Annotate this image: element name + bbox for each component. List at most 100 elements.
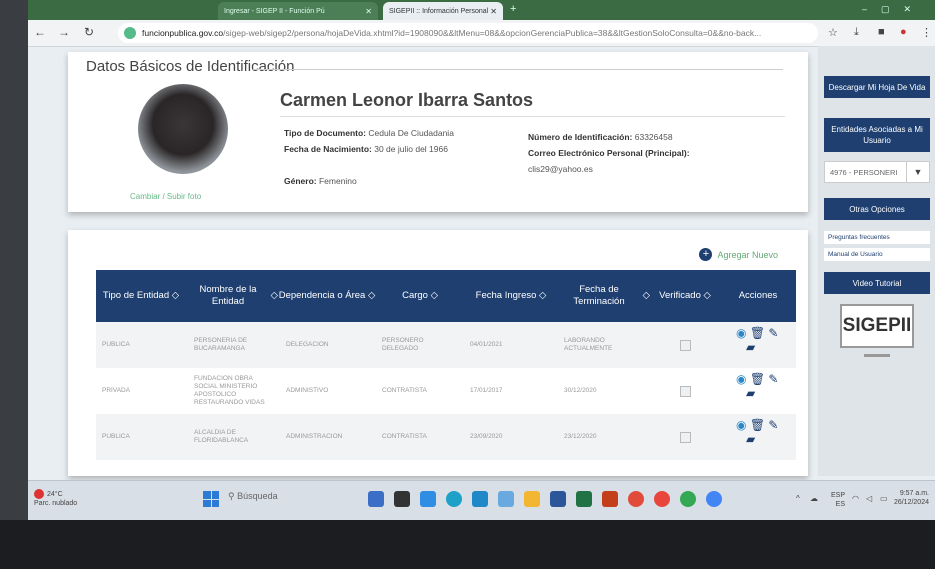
doc-type-field: Tipo de Documento: Cedula De Ciudadania [284, 128, 454, 138]
new-tab-icon[interactable]: + [510, 3, 516, 15]
folder-icon[interactable]: ▰ [746, 386, 786, 400]
cell-tipo: PUBLICA [102, 341, 130, 348]
close-icon[interactable]: ✕ [490, 7, 497, 16]
row-actions: ◉ 🗑 ✎ ▰ [736, 326, 786, 354]
gender-value: Femenino [318, 176, 357, 186]
add-new-button[interactable]: + Agregar Nuevo [699, 248, 778, 261]
user-manual-link[interactable]: Manual de Usuario [824, 248, 930, 261]
doc-type-value: Cedula De Ciudadania [368, 128, 454, 138]
profile-icon[interactable]: ● [900, 26, 907, 38]
add-new-label: Agregar Nuevo [717, 249, 778, 260]
lang-region: ES [835, 501, 845, 508]
trash-icon[interactable]: 🗑 [750, 418, 765, 432]
view-icon[interactable]: ◉ [736, 372, 746, 386]
cell-tipo: PRIVADA [102, 387, 131, 394]
taskbar-search[interactable]: ⚲ Búsqueda [228, 491, 278, 502]
trash-icon[interactable]: 🗑 [750, 372, 765, 386]
cell-ingreso: 23/09/2020 [470, 433, 503, 440]
folder-icon[interactable]: ▰ [746, 432, 786, 446]
main-content: Datos Básicos de Identificación Cambiar … [68, 46, 808, 476]
folder-icon[interactable]: ▰ [746, 340, 786, 354]
cell-dependencia: ADMINISTIVO [286, 387, 329, 394]
app-icon[interactable] [420, 491, 436, 507]
video-tutorial-header: Video Tutorial [824, 272, 930, 294]
email-value: clis29@yahoo.es [528, 164, 593, 174]
windows-start-icon[interactable] [203, 491, 219, 507]
edit-icon[interactable]: ✎ [768, 418, 778, 432]
col-dependencia[interactable]: Dependencia o Área ◇ [278, 270, 376, 322]
word-icon[interactable] [550, 491, 566, 507]
verified-checkbox [680, 385, 691, 397]
clock[interactable]: 9:57 a.m. 26/12/2024 [894, 489, 929, 507]
verified-checkbox [680, 339, 691, 351]
avatar[interactable] [138, 84, 228, 174]
cell-verificado [680, 368, 700, 414]
tab-label: SIGEPII :: Información Personal [389, 7, 489, 15]
reload-icon[interactable]: ↻ [84, 25, 94, 39]
trash-icon[interactable]: 🗑 [750, 326, 765, 340]
col-tipo-entidad[interactable]: Tipo de Entidad ◇ [96, 270, 186, 322]
url-field[interactable]: funcionpublica.gov.co /sigep-web/sigep2/… [118, 23, 818, 43]
profile-card: Datos Básicos de Identificación Cambiar … [68, 52, 808, 212]
language-indicator[interactable]: ESP ES [831, 491, 845, 509]
email-label: Correo Electrónico Personal (Principal): [528, 148, 690, 158]
url-domain: funcionpublica.gov.co [142, 28, 224, 38]
edit-icon[interactable]: ✎ [768, 326, 778, 340]
app-icon[interactable] [368, 491, 384, 507]
powerpoint-icon[interactable] [602, 491, 618, 507]
edge-icon[interactable] [446, 491, 462, 507]
table-row: PRIVADA FUNDACION OBRA SOCIAL MINISTERIO… [96, 368, 796, 414]
wifi-icon[interactable]: ◠ [852, 494, 859, 503]
battery-icon[interactable]: ▭ [880, 494, 888, 503]
full-name: Carmen Leonor Ibarra Santos [280, 90, 534, 110]
temperature: 24°C [47, 490, 63, 498]
table-row: PUBLICA PERSONERIA DE BUCARAMANGA DELEGA… [96, 322, 796, 368]
excel-icon[interactable] [576, 491, 592, 507]
chevron-down-icon[interactable]: ▼ [906, 162, 929, 182]
chrome-icon[interactable] [680, 491, 696, 507]
row-actions: ◉ 🗑 ✎ ▰ [736, 372, 786, 400]
col-verificado[interactable]: Verificado ◇ [650, 270, 720, 322]
cloud-icon[interactable]: ☁ [810, 494, 818, 503]
download-icon[interactable]: ⤓ [854, 26, 859, 39]
menu-icon[interactable]: ⋮ [921, 26, 932, 39]
time: 9:57 a.m. [899, 490, 929, 497]
col-nombre-entidad[interactable]: Nombre de la Entidad ◇ [188, 270, 279, 322]
chrome-icon[interactable] [654, 491, 670, 507]
col-fecha-ingreso[interactable]: Fecha Ingreso ◇ [464, 270, 558, 322]
cell-nombre: PERSONERIA DE BUCARAMANGA [194, 337, 248, 352]
site-info-icon[interactable] [124, 27, 136, 39]
sigep-logo-text: SIGEPII [842, 315, 912, 336]
app-icon[interactable] [498, 491, 514, 507]
app-icon[interactable] [628, 491, 644, 507]
associated-entities-header: Entidades Asociadas a Mi Usuario [824, 118, 930, 152]
col-fecha-terminacion[interactable]: Fecha de Terminación ◇ [558, 270, 650, 322]
download-cv-button[interactable]: Descargar Mi Hoja De Vida [824, 76, 930, 98]
col-cargo[interactable]: Cargo ◇ [376, 270, 464, 322]
close-icon[interactable]: ✕ [365, 7, 372, 16]
change-photo-link[interactable]: Cambiar / Subir foto [130, 192, 201, 201]
edit-icon[interactable]: ✎ [768, 372, 778, 386]
tab-sigep-login[interactable]: Ingresar - SIGEP II - Función Pú ✕ [218, 2, 378, 20]
tab-info-personal[interactable]: SIGEPII :: Información Personal ✕ [383, 2, 503, 20]
entity-select[interactable]: 4976 - PERSONERI ▼ [824, 161, 930, 183]
window-controls[interactable]: –▢✕ [862, 4, 925, 15]
screen: Ingresar - SIGEP II - Función Pú ✕ SIGEP… [28, 0, 935, 520]
chrome-icon[interactable] [706, 491, 722, 507]
star-icon[interactable]: ☆ [828, 26, 838, 39]
app-icon[interactable] [394, 491, 410, 507]
faq-link[interactable]: Preguntas frecuentes [824, 231, 930, 244]
extension-icon[interactable]: ■ [878, 26, 885, 38]
chevron-up-icon[interactable]: ^ [796, 494, 800, 503]
view-icon[interactable]: ◉ [736, 326, 746, 340]
video-tutorial-thumbnail[interactable]: SIGEPII [840, 304, 914, 348]
weather-widget[interactable]: 24°C Parc. nublado [34, 489, 77, 508]
forward-arrow-icon[interactable]: → [58, 25, 70, 39]
cell-ingreso: 17/01/2017 [470, 387, 503, 394]
back-arrow-icon[interactable]: ← [34, 25, 46, 39]
view-icon[interactable]: ◉ [736, 418, 746, 432]
store-icon[interactable] [472, 491, 488, 507]
file-explorer-icon[interactable] [524, 491, 540, 507]
id-number-value: 63326458 [634, 132, 673, 142]
volume-icon[interactable]: ◁ [866, 494, 872, 503]
